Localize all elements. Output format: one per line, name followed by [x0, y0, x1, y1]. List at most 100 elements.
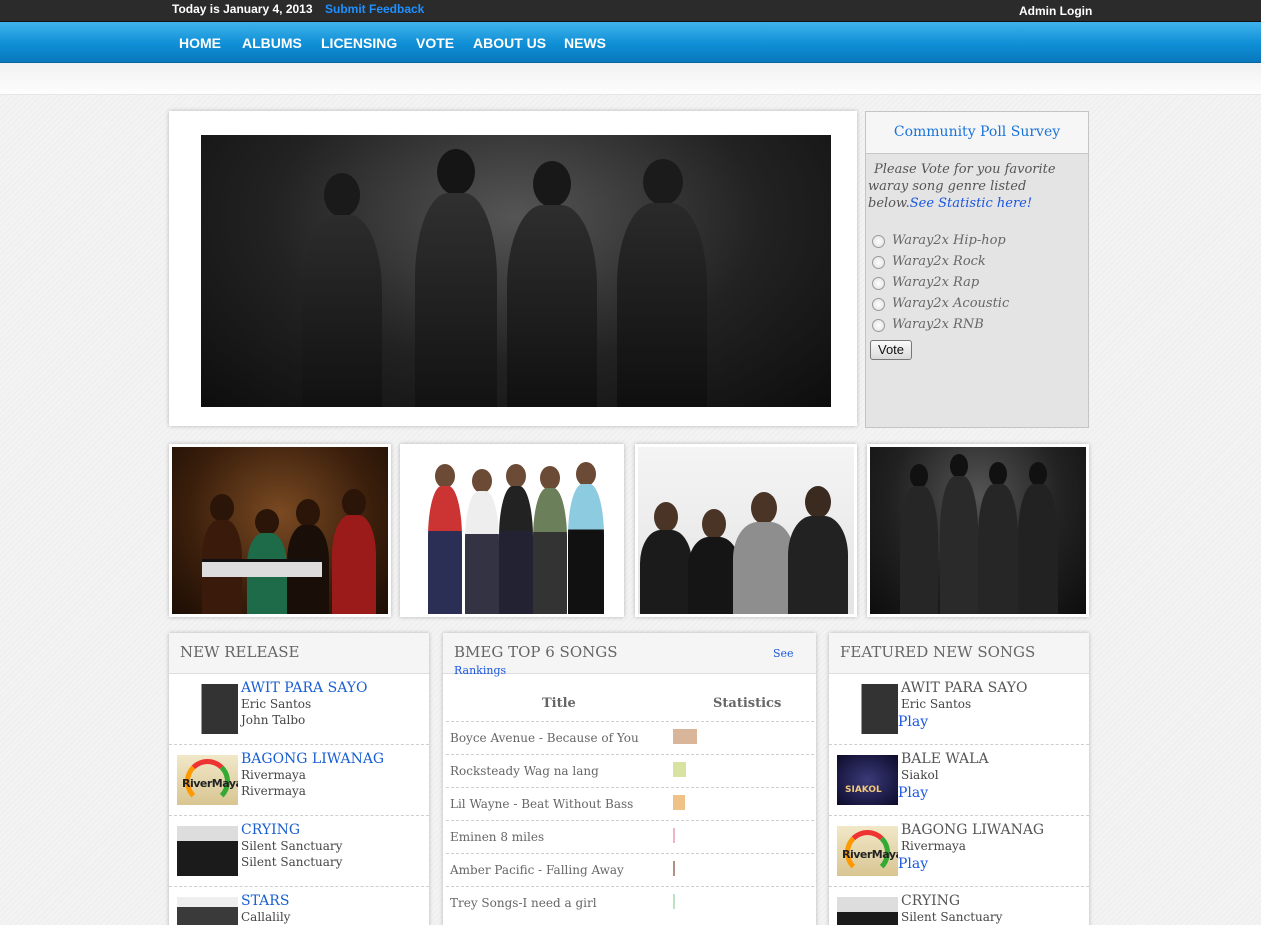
album-cover[interactable] [177, 897, 238, 925]
statistic-bar [673, 894, 675, 909]
song-name: Rocksteady Wag na lang [450, 764, 599, 778]
song-artist: Rivermaya [241, 768, 306, 782]
song-author: John Talbo [241, 713, 306, 727]
poll-description: Please Vote for you favorite waray song … [868, 161, 1082, 212]
band-thumbnail[interactable] [867, 444, 1089, 617]
poll-title: Community Poll Survey [866, 112, 1088, 154]
admin-login-link[interactable]: Admin Login [1019, 4, 1092, 18]
radio-button[interactable] [872, 319, 885, 332]
song-name: Trey Songs-I need a girl [450, 896, 597, 910]
radio-button[interactable] [872, 256, 885, 269]
album-cover[interactable] [177, 684, 238, 734]
list-item: AWIT PARA SAYO Eric Santos Play [829, 674, 1089, 745]
poll-option-label: Waray2x Rap [892, 275, 980, 290]
song-title: AWIT PARA SAYO [901, 680, 1028, 696]
top-songs-panel: BMEG TOP 6 SONGS See Rankings Title Stat… [443, 633, 816, 925]
album-cover[interactable]: RiverMaya [837, 826, 898, 876]
list-item: CRYING Silent Sanctuary Silent Sanctuary [169, 816, 429, 887]
song-title-link[interactable]: BAGONG LIWANAG [241, 751, 384, 767]
song-title-link[interactable]: AWIT PARA SAYO [241, 680, 367, 696]
nav-about-us[interactable]: ABOUT US [473, 35, 546, 51]
list-item: SIAKOL BALE WALA Siakol Play [829, 745, 1089, 816]
cover-logo-text: RiverMaya [842, 848, 898, 861]
table-row: Amber Pacific - Falling Away [446, 853, 814, 886]
featured-songs-panel: FEATURED NEW SONGS AWIT PARA SAYO Eric S… [829, 633, 1089, 925]
play-link[interactable]: Play [898, 714, 928, 730]
statistic-bar [673, 861, 675, 876]
rankings-link[interactable]: Rankings [454, 664, 506, 677]
table-row: Boyce Avenue - Because of You [446, 721, 814, 754]
radio-button[interactable] [872, 298, 885, 311]
community-poll: Community Poll Survey Please Vote for yo… [865, 111, 1089, 428]
band-photo [403, 447, 621, 614]
album-cover[interactable] [837, 684, 898, 734]
featured-songs-title: FEATURED NEW SONGS [829, 633, 1089, 674]
statistic-bar [673, 828, 675, 843]
cover-logo-text: SIAKOL [845, 785, 882, 795]
statistic-bar [673, 762, 686, 777]
new-release-panel: NEW RELEASE AWIT PARA SAYO Eric Santos J… [169, 633, 429, 925]
statistic-bar [673, 729, 697, 744]
band-photo [172, 447, 388, 614]
table-row: Lil Wayne - Beat Without Bass [446, 787, 814, 820]
album-cover[interactable] [837, 897, 898, 925]
song-name: Lil Wayne - Beat Without Bass [450, 797, 634, 811]
table-row: Eminen 8 miles [446, 820, 814, 853]
nav-albums[interactable]: ALBUMS [242, 35, 302, 51]
song-author: Rivermaya [241, 784, 306, 798]
song-artist: Silent Sanctuary [241, 839, 343, 853]
song-title: BAGONG LIWANAG [901, 822, 1045, 838]
band-photo [870, 447, 1086, 614]
song-artist: Callalily [241, 910, 291, 924]
song-title-link[interactable]: STARS [241, 893, 289, 909]
song-title: BALE WALA [901, 751, 989, 767]
main-nav: HOME ALBUMS LICENSING VOTE ABOUT US NEWS [0, 22, 1261, 63]
play-link[interactable]: Play [898, 856, 928, 872]
new-release-title: NEW RELEASE [169, 633, 429, 674]
date-text: Today is January 4, 2013 [172, 2, 313, 16]
band-thumbnail[interactable] [635, 444, 857, 617]
list-item: STARS Callalily [169, 887, 429, 925]
table-row: Trey Songs-I need a girl [446, 886, 814, 919]
song-artist: Eric Santos [241, 697, 312, 711]
see-statistic-link[interactable]: See Statistic here! [910, 196, 1032, 211]
submit-feedback-link[interactable]: Submit Feedback [325, 2, 424, 16]
vote-button[interactable]: Vote [870, 340, 912, 360]
song-title-link[interactable]: CRYING [241, 822, 300, 838]
hero-banner [169, 111, 857, 426]
poll-option-label: Waray2x Rock [892, 254, 986, 269]
nav-home[interactable]: HOME [179, 35, 221, 51]
radio-button[interactable] [872, 277, 885, 290]
song-title: CRYING [901, 893, 961, 909]
band-photo [638, 447, 854, 614]
poll-option-label: Waray2x RNB [892, 317, 984, 332]
sub-header-strip [0, 63, 1261, 95]
column-header-title: Title [542, 696, 576, 711]
statistic-bar [673, 795, 685, 810]
hero-band-photo[interactable] [201, 135, 831, 407]
list-item: RiverMaya BAGONG LIWANAG Rivermaya Play [829, 816, 1089, 887]
album-cover[interactable] [177, 826, 238, 876]
nav-vote[interactable]: VOTE [416, 35, 454, 51]
radio-button[interactable] [872, 235, 885, 248]
play-link[interactable]: Play [898, 785, 928, 801]
song-artist: Rivermaya [901, 839, 966, 853]
column-header-statistics: Statistics [713, 696, 782, 711]
album-cover[interactable]: SIAKOL [837, 755, 898, 805]
song-name: Eminen 8 miles [450, 830, 545, 844]
table-row: Rocksteady Wag na lang [446, 754, 814, 787]
band-thumbnail[interactable] [169, 444, 391, 617]
song-artist: Eric Santos [901, 697, 972, 711]
album-cover[interactable]: RiverMaya [177, 755, 238, 805]
see-rankings-link[interactable]: See [773, 647, 794, 660]
song-name: Amber Pacific - Falling Away [450, 863, 624, 877]
song-artist: Silent Sanctuary [901, 910, 1003, 924]
top-bar: Today is January 4, 2013 Submit Feedback… [0, 0, 1261, 22]
nav-news[interactable]: NEWS [564, 35, 606, 51]
song-name: Boyce Avenue - Because of You [450, 731, 639, 745]
poll-option-label: Waray2x Hip-hop [892, 233, 1006, 248]
list-item: CRYING Silent Sanctuary [829, 887, 1089, 925]
cover-logo-text: RiverMaya [182, 777, 238, 790]
nav-licensing[interactable]: LICENSING [321, 35, 397, 51]
band-thumbnail[interactable] [400, 444, 624, 617]
